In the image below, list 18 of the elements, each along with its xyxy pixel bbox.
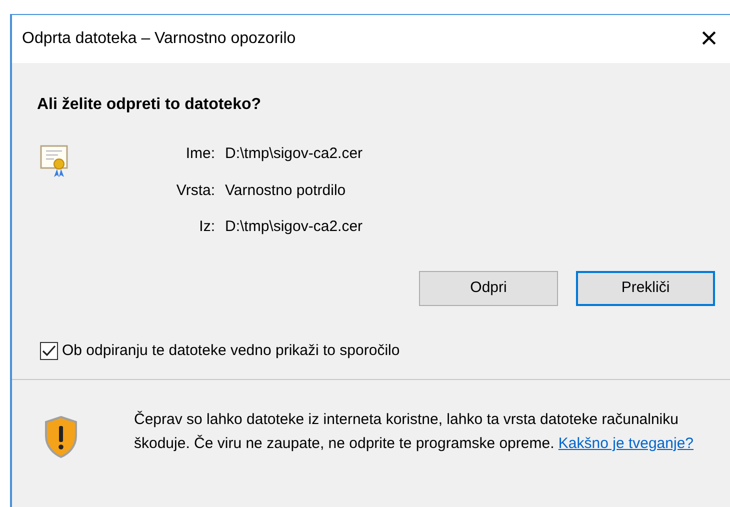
close-button[interactable]: ×: [694, 24, 724, 54]
dialog-question: Ali želite odpreti to datoteko?: [37, 96, 262, 113]
risk-link[interactable]: Kakšno je tveganje?: [558, 435, 694, 452]
checkbox-label: Ob odpiranju te datoteke vedno prikaži to sporočilo: [62, 340, 400, 360]
warning-text: Čeprav so lahko datoteke iz interneta koristne, lahko ta vrsta datoteke računalniku škoduje. Če viru ne zaupate, ne odprite te programske opreme. Kakšno je tveganje?: [134, 410, 694, 454]
window-title: Odprta datoteka – Varnostno opozorilo: [22, 29, 296, 49]
dialog-button[interactable]: Prekliči: [576, 270, 715, 306]
field-value: D:\tmp\sigov-ca2.cer: [225, 144, 363, 164]
field-label: Ime:: [184, 144, 215, 164]
field-label: Vrsta:: [175, 180, 215, 200]
dialog-button[interactable]: Odpri: [419, 270, 558, 306]
certificate-icon: [40, 145, 68, 179]
field-value: Varnostno potrdilo: [225, 180, 347, 200]
warning-shield-icon: [44, 416, 78, 458]
checkbox[interactable]: [40, 342, 58, 360]
field-label: Iz:: [198, 217, 215, 237]
field-value: D:\tmp\sigov-ca2.cer: [225, 217, 363, 237]
checkmark-icon: [42, 344, 56, 357]
